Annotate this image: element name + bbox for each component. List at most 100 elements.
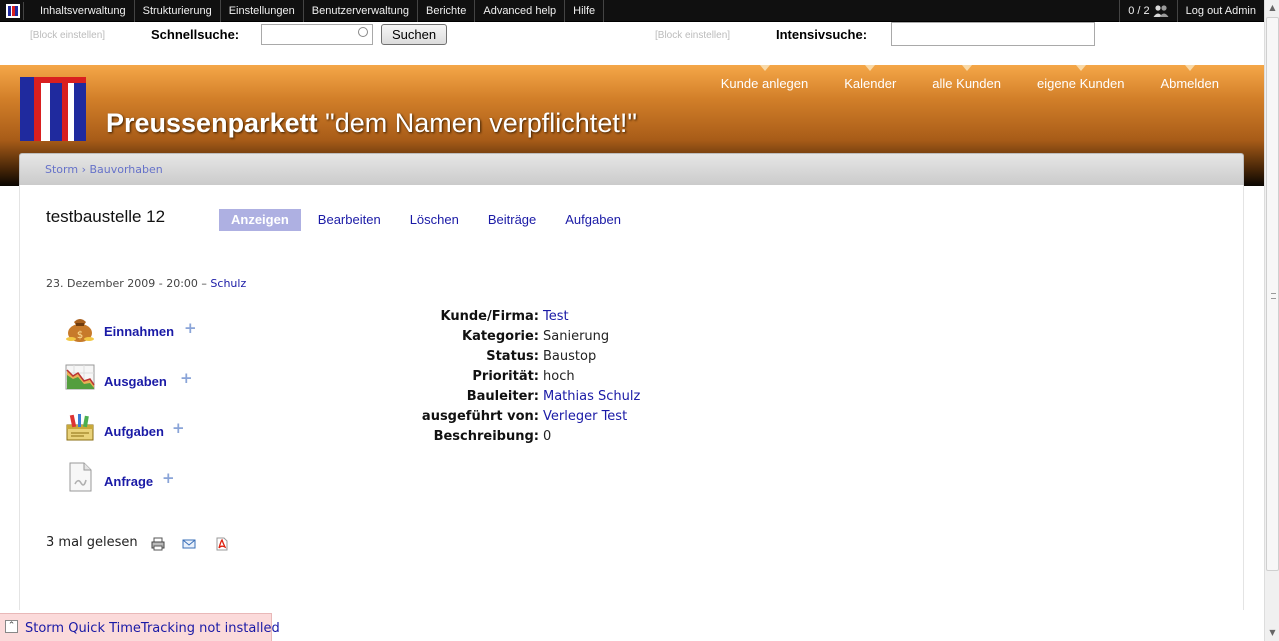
field-label: Kunde/Firma:	[440, 309, 540, 324]
sidebar-item-label: Aufgaben	[104, 424, 164, 439]
page-title: testbaustelle 12	[46, 207, 166, 226]
field-label: Kategorie:	[462, 329, 539, 344]
admin-menu-strukturierung[interactable]: Strukturierung	[135, 0, 221, 22]
submitted-info: 23. Dezember 2009 - 20:00 – Schulz	[46, 277, 246, 290]
breadcrumb-current[interactable]: Bauvorhaben	[89, 163, 162, 176]
field-value-link[interactable]: Test	[543, 309, 569, 329]
site-name: Preussenparkett "dem Namen verpflichtet!…	[106, 108, 637, 139]
admin-menu-einstellungen[interactable]: Einstellungen	[221, 0, 304, 22]
author-link[interactable]: Schulz	[210, 277, 246, 290]
sidebar-item-label: Anfrage	[104, 474, 154, 489]
tab-beitraege[interactable]: Beiträge	[476, 209, 548, 231]
sidebar-item-aufgaben[interactable]: Aufgaben +	[64, 411, 204, 449]
field-row-status: Status: Baustop	[400, 349, 640, 369]
admin-menu-advanced-help[interactable]: Advanced help	[475, 0, 566, 22]
scroll-up-arrow-icon[interactable]: ▲	[1265, 0, 1279, 16]
nav-kunde-anlegen[interactable]: Kunde anlegen	[721, 65, 808, 105]
tab-anzeigen[interactable]: Anzeigen	[219, 209, 301, 231]
admin-menu-berichte[interactable]: Berichte	[418, 0, 476, 22]
admin-menu-benutzerverwaltung[interactable]: Benutzerverwaltung	[304, 0, 418, 22]
timetracking-text[interactable]: Storm Quick TimeTracking not installed	[25, 621, 280, 636]
submitted-date: 23. Dezember 2009 - 20:00 –	[46, 277, 207, 290]
nav-abmelden[interactable]: Abmelden	[1160, 65, 1219, 105]
nav-pointer-icon	[961, 65, 972, 71]
tab-loeschen[interactable]: Löschen	[398, 209, 471, 231]
field-row-kunde: Kunde/Firma: Test	[400, 309, 640, 329]
user-count-text: 0 / 2	[1128, 5, 1150, 17]
user-count[interactable]: 0 / 2	[1119, 0, 1176, 22]
field-value: Sanierung	[543, 329, 610, 344]
scroll-down-arrow-icon[interactable]: ▼	[1265, 625, 1279, 641]
block-settings-link-intensive[interactable]: [Block einstellen]	[655, 30, 730, 41]
nav-pointer-icon	[759, 65, 770, 71]
sidebar-item-ausgaben[interactable]: Ausgaben +	[64, 361, 204, 399]
main-content: testbaustelle 12 Anzeigen Bearbeiten Lös…	[19, 185, 1244, 610]
site-logo-icon[interactable]	[20, 77, 86, 141]
field-row-beschreibung: Beschreibung: 0	[400, 429, 640, 449]
admin-home-button[interactable]	[4, 2, 24, 20]
block-settings-link-quick[interactable]: [Block einstellen]	[30, 30, 105, 41]
field-row-prioritaet: Priorität: hoch	[400, 369, 640, 389]
add-ausgabe-plus-icon[interactable]: +	[180, 369, 193, 387]
site-name-bold: Preussenparkett	[106, 108, 318, 138]
chart-icon	[65, 364, 95, 390]
field-row-ausgefuehrt: ausgeführt von: Verleger Test	[400, 409, 640, 429]
tab-aufgaben[interactable]: Aufgaben	[553, 209, 633, 231]
email-icon[interactable]	[182, 537, 196, 551]
field-label: Status:	[486, 349, 539, 364]
tasks-icon	[66, 414, 94, 441]
nav-pointer-icon	[1075, 65, 1086, 71]
quick-search-input[interactable]	[261, 24, 373, 45]
users-icon	[1153, 5, 1169, 17]
field-value-link[interactable]: Verleger Test	[543, 409, 627, 429]
field-value: 0	[543, 429, 552, 444]
search-button[interactable]: Suchen	[381, 24, 447, 45]
logout-link[interactable]: Log out Admin	[1176, 0, 1264, 22]
intensive-search-input[interactable]	[891, 22, 1095, 46]
nav-kalender[interactable]: Kalender	[844, 65, 896, 105]
field-label: Bauleiter:	[466, 389, 539, 404]
field-row-bauleiter: Bauleiter: Mathias Schulz	[400, 389, 641, 409]
field-value-link[interactable]: Mathias Schulz	[543, 389, 640, 409]
nav-alle-kunden[interactable]: alle Kunden	[932, 65, 1001, 105]
admin-toolbar: Inhaltsverwaltung Strukturierung Einstel…	[0, 0, 1264, 22]
breadcrumb-separator: ›	[81, 163, 86, 176]
breadcrumb-home[interactable]: Storm	[45, 163, 78, 176]
expand-up-icon[interactable]: ⌃	[5, 620, 18, 633]
field-label: Beschreibung:	[433, 429, 539, 444]
tabs: Anzeigen Bearbeiten Löschen Beiträge Auf…	[219, 209, 638, 231]
field-value: Baustop	[543, 349, 597, 364]
svg-text:$: $	[77, 330, 83, 341]
add-anfrage-plus-icon[interactable]: +	[162, 469, 175, 487]
field-value: hoch	[543, 369, 575, 384]
tab-bearbeiten[interactable]: Bearbeiten	[306, 209, 393, 231]
field-label: ausgeführt von:	[421, 409, 539, 424]
pdf-icon[interactable]	[215, 537, 229, 551]
nav-pointer-icon	[1184, 65, 1195, 71]
sidebar-item-label: Ausgaben	[104, 374, 167, 389]
breadcrumb-bar: Storm › Bauvorhaben	[19, 153, 1244, 185]
field-row-kategorie: Kategorie: Sanierung	[400, 329, 640, 349]
detail-fields: Kunde/Firma: Test Kategorie: Sanierung Sta…	[400, 309, 640, 449]
add-einnahme-plus-icon[interactable]: +	[184, 319, 197, 337]
intensive-search-label: Intensivsuche:	[776, 27, 868, 42]
breadcrumb: Storm › Bauvorhaben	[45, 163, 163, 176]
admin-menu: Inhaltsverwaltung Strukturierung Einstel…	[32, 0, 605, 22]
admin-menu-inhaltsverwaltung[interactable]: Inhaltsverwaltung	[32, 0, 135, 22]
scrollbar-thumb[interactable]	[1266, 17, 1279, 571]
sidebar-item-anfrage[interactable]: Anfrage +	[64, 461, 204, 499]
document-icon	[69, 462, 92, 492]
print-icon[interactable]	[151, 537, 165, 551]
add-aufgabe-plus-icon[interactable]: +	[172, 419, 185, 437]
quick-search-label: Schnellsuche:	[151, 27, 240, 42]
sidebar-item-einnahmen[interactable]: $ Einnahmen +	[64, 311, 204, 349]
money-bag-icon: $	[66, 319, 94, 342]
timetracking-notice: ⌃ Storm Quick TimeTracking not installed	[0, 613, 280, 641]
sidebar-item-label: Einnahmen	[104, 324, 175, 339]
admin-menu-hilfe[interactable]: Hilfe	[565, 0, 605, 22]
primary-nav: Kunde anlegen Kalender alle Kunden eigen…	[685, 65, 1264, 105]
search-spinner-icon	[358, 27, 368, 37]
vertical-scrollbar[interactable]: ▲ ▼	[1264, 0, 1279, 641]
nav-eigene-kunden[interactable]: eigene Kunden	[1037, 65, 1124, 105]
field-label: Priorität:	[472, 369, 539, 384]
